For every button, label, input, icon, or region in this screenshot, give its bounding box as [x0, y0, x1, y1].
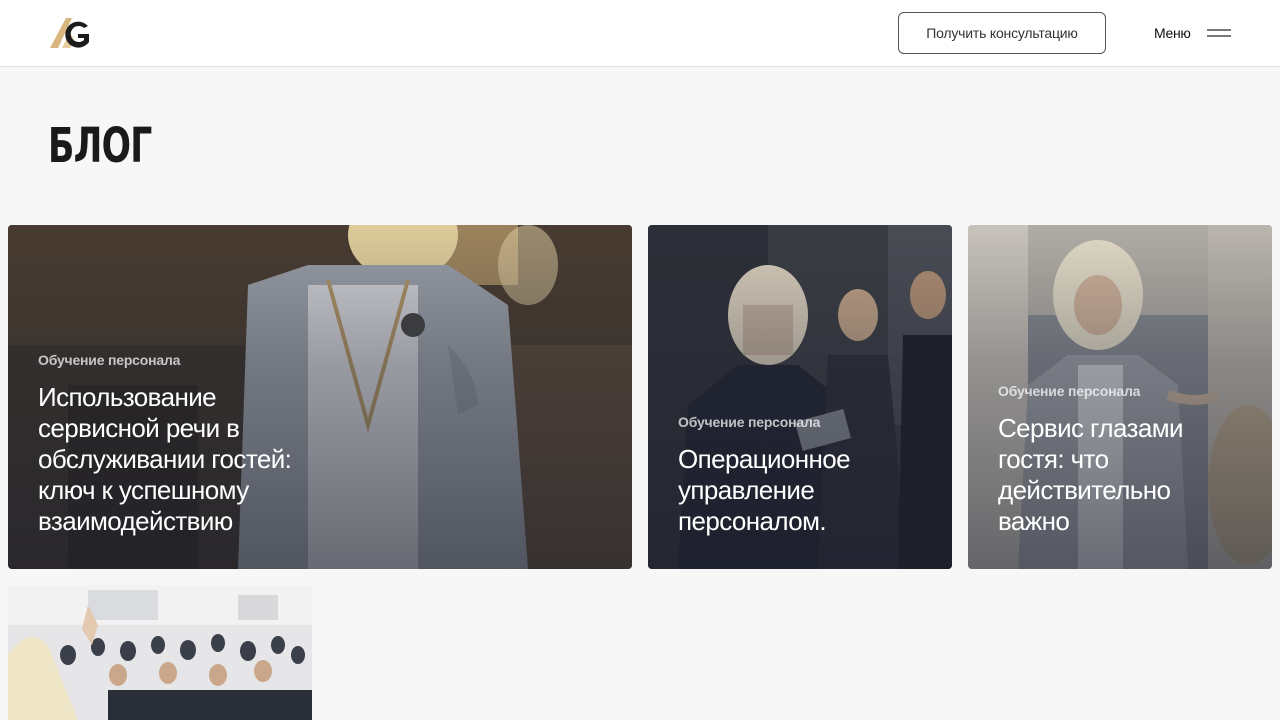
blog-card[interactable]: Обучение персонала Операционное управлен…	[648, 225, 952, 569]
hamburger-icon	[1206, 28, 1231, 38]
card-title: Операционное управление персоналом.	[678, 444, 851, 536]
blog-card[interactable]: Обучение персонала Использование сервисн…	[8, 225, 632, 569]
card-content: Обучение персонала Операционное управлен…	[678, 414, 922, 537]
menu-button[interactable]: Меню	[1154, 20, 1231, 46]
menu-label: Меню	[1154, 25, 1191, 41]
site-header: Получить консультацию Меню	[0, 0, 1280, 67]
card-category: Обучение персонала	[998, 383, 1141, 399]
card-title: Сервис глазами гостя: что действительно …	[998, 413, 1183, 536]
card-photo	[8, 585, 312, 720]
card-content: Обучение персонала Использование сервисн…	[38, 352, 602, 537]
card-category: Обучение персонала	[678, 414, 821, 430]
blog-card[interactable]	[8, 585, 312, 720]
card-title: Использование сервисной речи в обслужива…	[38, 382, 292, 536]
card-category: Обучение персонала	[38, 352, 181, 368]
blog-card[interactable]: Обучение персонала Сервис глазами гостя:…	[968, 225, 1272, 569]
card-content: Обучение персонала Сервис глазами гостя:…	[998, 383, 1242, 537]
get-consultation-button[interactable]: Получить консультацию	[898, 12, 1106, 54]
company-logo[interactable]	[48, 14, 94, 52]
page-title: БЛОГ	[48, 118, 152, 174]
